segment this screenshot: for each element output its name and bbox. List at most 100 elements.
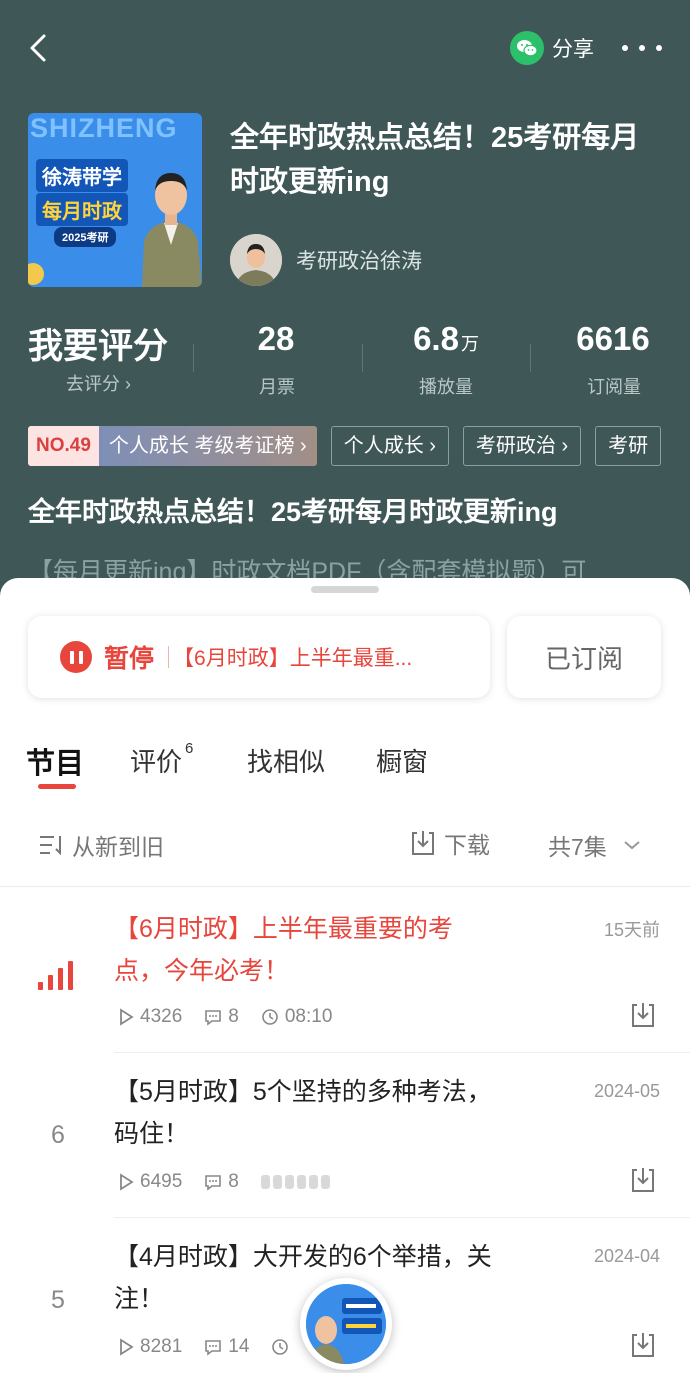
duration (271, 1338, 295, 1356)
play-count-value: 6495 (140, 1171, 183, 1192)
tab-reviews[interactable]: 评价 6 (130, 740, 193, 779)
play-count: 6495 (118, 1171, 182, 1193)
episode-title[interactable]: 【5月时政】5个坚持的多种考法，码住！ (114, 1071, 494, 1155)
episode-meta: 6495 8 (118, 1171, 352, 1193)
divider (168, 646, 170, 668)
tag-row: NO.49 个人成长 考级考证榜 › 个人成长 › 考研政治 › 考研 (28, 426, 675, 466)
more-options-icon[interactable] (622, 36, 662, 60)
stat-plays: 6.8 万 播放量 (362, 318, 530, 399)
active-tab-indicator (38, 784, 76, 789)
stats-row: 我要评分 去评分 › 28 月票 6.8 万 播放量 6616 订阅量 (0, 318, 690, 398)
episode-count: 共7集 (548, 834, 607, 860)
chevron-down-icon (624, 841, 640, 850)
episode-title[interactable]: 【6月时政】上半年最重要的考点，今年必考！ (114, 908, 494, 992)
divider (0, 886, 690, 887)
stat-unit: 万 (460, 334, 479, 354)
stat-value: 6616 (576, 320, 650, 357)
comment-count: 8 (204, 1171, 239, 1193)
subscribed-button[interactable]: 已订阅 (507, 616, 661, 698)
tab-label: 节目 (26, 748, 85, 780)
episode-date: 2024-04 (593, 1246, 660, 1266)
divider (114, 1217, 690, 1218)
author-avatar[interactable] (230, 234, 282, 286)
share-label: 分享 (552, 38, 594, 61)
comment-count-value: 14 (228, 1336, 250, 1357)
play-count: 4326 (118, 1006, 182, 1028)
cover-person-image (142, 173, 202, 287)
cover-line-1: 徐涛带学 (36, 159, 128, 192)
tab-showcase[interactable]: 橱窗 (376, 742, 428, 779)
comment-count: 14 (204, 1336, 249, 1358)
author-row[interactable]: 考研政治徐涛 (230, 234, 422, 286)
episode-date: 2024-05 (593, 1081, 660, 1101)
rank-tag[interactable]: NO.49 个人成长 考级考证榜 › (28, 426, 317, 466)
episode-meta: 4326 8 08:10 (118, 1006, 354, 1028)
episode-date: 15天前 (603, 920, 660, 940)
sheet-handle[interactable] (311, 586, 379, 593)
sort-label: 从新到旧 (72, 834, 164, 860)
comment-count-value: 8 (228, 1006, 239, 1027)
download-all-button[interactable]: 下载 (408, 826, 490, 860)
sort-icon (40, 836, 61, 856)
album-cover[interactable]: SHIZHENG 徐涛带学 每月时政 2025考研 (28, 113, 202, 287)
tab-episodes[interactable]: 节目 (26, 740, 84, 782)
tab-similar[interactable]: 找相似 (247, 742, 325, 779)
rate-label[interactable]: 我要评分 (28, 318, 168, 369)
tag-politics[interactable]: 考研政治 › (462, 426, 582, 466)
episode-index: 6 (51, 1121, 65, 1149)
description-title: 全年时政热点总结！25考研每月时政更新ing (28, 497, 558, 527)
floating-player-cover (306, 1284, 386, 1364)
share-button[interactable]: 分享 (510, 30, 594, 66)
stat-label: 播放量 (419, 377, 473, 397)
author-name[interactable]: 考研政治徐涛 (296, 245, 422, 275)
tab-label: 找相似 (247, 747, 326, 777)
comment-icon (205, 1340, 222, 1356)
play-icon (120, 1008, 134, 1026)
episode-download-icon[interactable] (628, 1330, 658, 1365)
stat-subscriptions: 6616 订阅量 (530, 318, 690, 399)
comment-count-value: 8 (228, 1171, 239, 1192)
list-toolbar: 从新到旧 下载 共7集 (0, 826, 690, 866)
episode-download-icon[interactable] (628, 1000, 658, 1035)
play-count: 8281 (118, 1336, 182, 1358)
clock-icon (262, 1009, 278, 1025)
tab-bar: 节目 评价 6 找相似 橱窗 (0, 736, 690, 796)
tab-label: 橱窗 (376, 747, 429, 777)
sort-button[interactable]: 从新到旧 (38, 828, 164, 862)
now-playing-title[interactable]: 【6月时政】上半年最重... (173, 642, 412, 672)
pause-icon[interactable] (60, 641, 92, 673)
pause-label[interactable]: 暂停 (104, 639, 154, 675)
duration: 08:10 (261, 1006, 332, 1028)
episode-download-icon[interactable] (628, 1165, 658, 1200)
stat-value: 28 (257, 320, 295, 357)
back-arrow-icon[interactable] (26, 30, 56, 66)
clock-icon (272, 1339, 289, 1355)
rate-link[interactable]: 去评分 › (66, 370, 131, 396)
floating-player[interactable] (300, 1278, 392, 1370)
comment-count: 8 (204, 1006, 239, 1028)
episode-row[interactable]: 6 【5月时政】5个坚持的多种考法，码住！ 2024-05 6495 8 (0, 1063, 690, 1228)
duration-blurred (260, 1175, 330, 1189)
comment-icon (205, 1175, 222, 1191)
rank-name: 个人成长 考级考证榜 › (98, 426, 317, 466)
divider (114, 1052, 690, 1053)
download-icon (412, 831, 434, 855)
episode-row[interactable]: 【6月时政】上半年最重要的考点，今年必考！ 15天前 4326 8 08:10 (0, 898, 690, 1063)
rank-number: NO.49 (28, 426, 99, 466)
now-playing-card[interactable]: 暂停 【6月时政】上半年最重... (28, 616, 490, 698)
episode-meta: 8281 14 (118, 1336, 317, 1358)
playing-bars-icon (38, 960, 73, 990)
play-icon (120, 1338, 134, 1356)
stat-monthly-tickets[interactable]: 28 月票 (193, 318, 361, 399)
play-count-value: 4326 (140, 1006, 183, 1027)
tag-personal-growth[interactable]: 个人成长 › (330, 426, 449, 466)
cover-decoration (28, 263, 44, 285)
episode-count-dropdown[interactable]: 共7集 (548, 828, 645, 862)
play-icon (120, 1173, 134, 1191)
album-title: 全年时政热点总结！25考研每月时政更新ing (230, 122, 640, 198)
stat-label: 月票 (259, 377, 295, 397)
cover-line-3: 2025考研 (54, 227, 117, 247)
tab-label: 评价 (130, 747, 183, 777)
tag-more[interactable]: 考研 (595, 426, 662, 466)
stat-label: 订阅量 (587, 377, 641, 397)
